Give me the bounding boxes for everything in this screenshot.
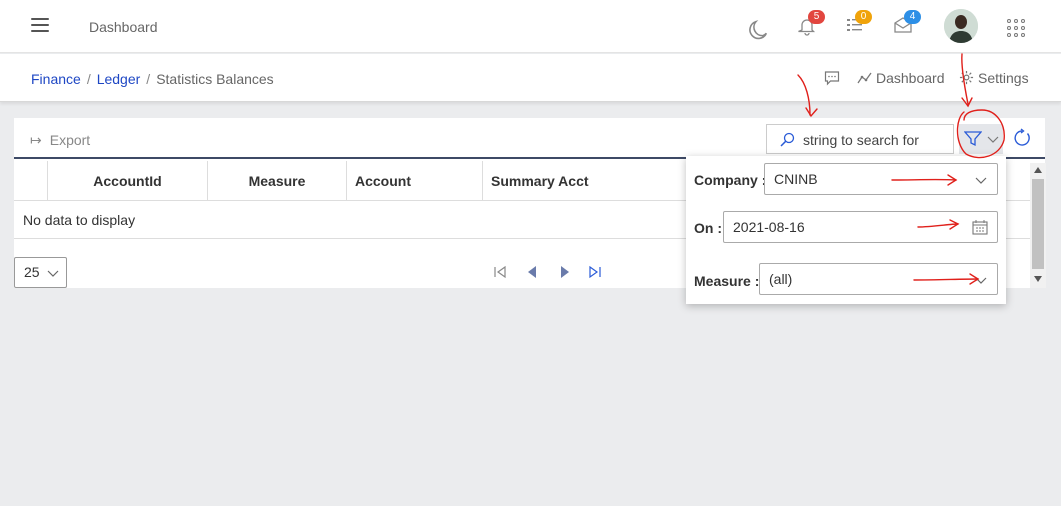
notifications-badge: 5 <box>808 10 825 24</box>
tasks-button[interactable]: 0 <box>846 10 872 38</box>
first-page-icon[interactable] <box>493 264 507 280</box>
calendar-icon[interactable] <box>972 220 988 235</box>
last-page-icon[interactable] <box>588 264 602 280</box>
company-select[interactable]: CNINB <box>764 163 998 195</box>
grid-toolbar: ↦ Export string to search for <box>14 118 1045 159</box>
settings-gear-icon <box>959 70 974 85</box>
top-bar: Dashboard 5 0 4 <box>0 0 1061 53</box>
chevron-down-icon <box>975 277 987 284</box>
app-title: Dashboard <box>89 19 158 35</box>
moon-icon[interactable] <box>748 18 770 40</box>
chevron-down-icon <box>975 177 987 184</box>
measure-select[interactable]: (all) <box>759 263 998 295</box>
scroll-up-icon[interactable] <box>1034 167 1042 173</box>
search-placeholder: string to search for <box>803 132 919 148</box>
measure-label: Measure : <box>694 273 760 289</box>
user-avatar[interactable] <box>944 9 978 43</box>
next-page-icon[interactable] <box>559 264 571 280</box>
on-date-value: 2021-08-16 <box>733 219 805 235</box>
filter-popup: Company : CNINB On : 2021-08-16 Measure … <box>686 156 1006 304</box>
page-size-value: 25 <box>24 264 40 280</box>
refresh-icon[interactable] <box>1012 128 1032 148</box>
select-column[interactable] <box>14 161 47 201</box>
comment-icon[interactable] <box>824 70 840 86</box>
breadcrumb-ledger[interactable]: Ledger <box>97 71 141 87</box>
search-icon <box>780 132 795 147</box>
search-input[interactable]: string to search for <box>766 124 954 154</box>
hamburger-icon[interactable] <box>31 18 49 32</box>
filter-button[interactable] <box>959 124 1003 154</box>
export-label: Export <box>49 132 91 148</box>
scrollbar-thumb[interactable] <box>1032 179 1044 269</box>
on-date-input[interactable]: 2021-08-16 <box>723 211 998 243</box>
column-account[interactable]: Account <box>346 161 482 201</box>
column-measure[interactable]: Measure <box>207 161 346 201</box>
settings-label: Settings <box>978 70 1029 86</box>
measure-value: (all) <box>769 271 793 287</box>
export-button[interactable]: ↦ Export <box>30 132 90 149</box>
company-label: Company : <box>694 172 767 188</box>
dashboard-chart-icon <box>857 72 872 84</box>
settings-link[interactable]: Settings <box>959 70 1029 86</box>
apps-grid-icon[interactable] <box>1007 19 1025 37</box>
vertical-scrollbar[interactable] <box>1030 163 1046 288</box>
page-size-select[interactable]: 25 <box>14 257 67 288</box>
dashboard-link[interactable]: Dashboard <box>857 70 945 86</box>
company-value: CNINB <box>774 171 818 187</box>
dashboard-label: Dashboard <box>876 70 945 86</box>
notifications-button[interactable]: 5 <box>798 10 825 38</box>
tasks-badge: 0 <box>855 10 872 24</box>
messages-button[interactable]: 4 <box>894 10 921 38</box>
scroll-down-icon[interactable] <box>1034 276 1042 282</box>
prev-page-icon[interactable] <box>526 264 538 280</box>
export-icon: ↦ <box>30 132 42 148</box>
filter-icon <box>964 131 982 147</box>
sub-header: Finance / Ledger / Statistics Balances Dashb… <box>0 54 1061 102</box>
on-label: On : <box>694 220 722 236</box>
chevron-down-icon <box>987 136 999 143</box>
messages-badge: 4 <box>904 10 921 24</box>
chevron-down-icon <box>47 270 59 277</box>
column-accountid[interactable]: AccountId <box>47 161 207 201</box>
breadcrumb-finance[interactable]: Finance <box>31 71 81 87</box>
breadcrumb-current: Statistics Balances <box>156 71 274 87</box>
breadcrumb: Finance / Ledger / Statistics Balances <box>31 71 274 87</box>
